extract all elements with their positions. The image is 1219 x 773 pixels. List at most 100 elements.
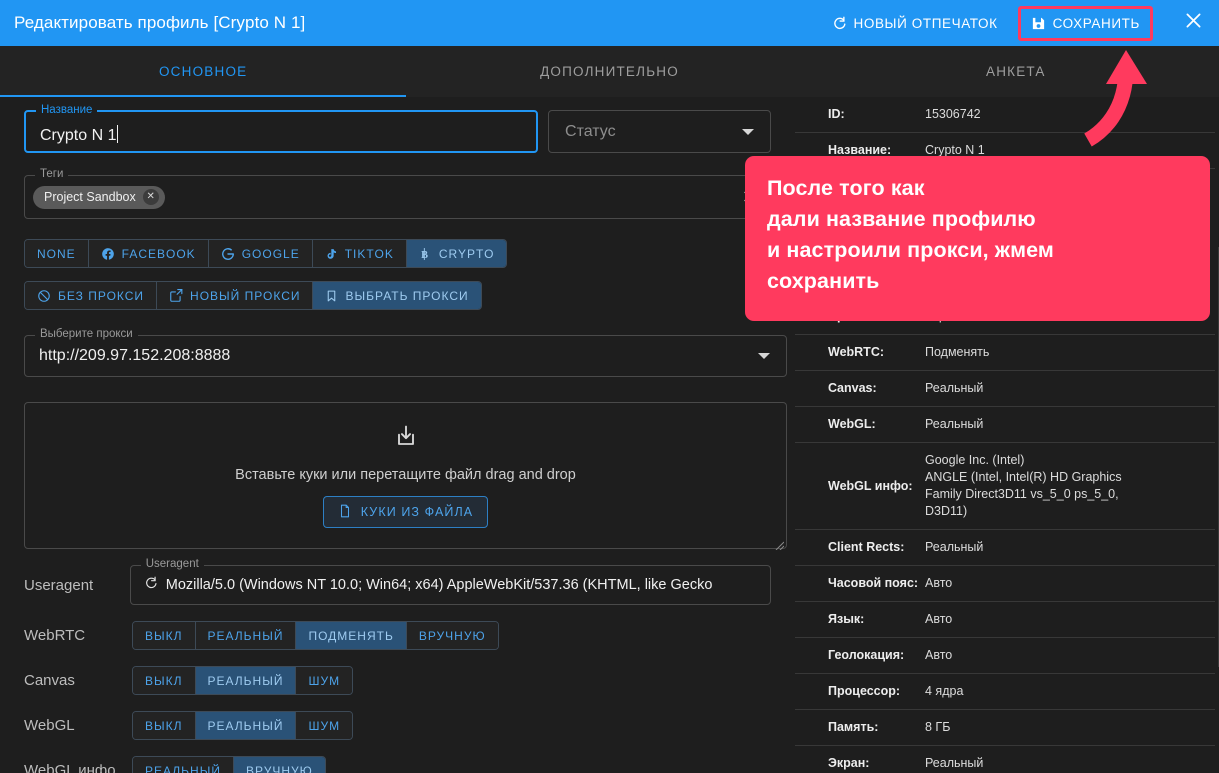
- proxy-select[interactable]: Выберите прокси http://209.97.152.208:88…: [24, 335, 787, 377]
- useragent-input[interactable]: Useragent Mozilla/5.0 (Windows NT 10.0; …: [130, 565, 771, 605]
- tags-input[interactable]: Теги Project Sandbox ✕ ✕: [24, 175, 771, 219]
- info-value: Авто: [925, 647, 952, 664]
- annotation-callout: После того как дали название профилю и н…: [745, 156, 1210, 321]
- info-row-memory: Память: 8 ГБ: [795, 710, 1219, 746]
- info-key: WebGL:: [828, 416, 925, 433]
- webrtc-option-off[interactable]: ВЫКЛ: [133, 622, 196, 649]
- platform-facebook-label: FACEBOOK: [122, 247, 196, 261]
- bookmark-icon: [325, 289, 338, 303]
- info-key: Язык:: [828, 611, 925, 628]
- info-value: 8 ГБ: [925, 719, 950, 736]
- refresh-icon[interactable]: [144, 576, 158, 594]
- webgl-option-noise[interactable]: ШУМ: [296, 712, 352, 739]
- profile-editor-window: Редактировать профиль [Crypto N 1] НОВЫЙ…: [0, 0, 1219, 773]
- tag-chip-label: Project Sandbox: [44, 190, 136, 204]
- name-status-row: Название Crypto N 1 Статус: [0, 110, 795, 153]
- canvas-option-off[interactable]: ВЫКЛ: [133, 667, 196, 694]
- info-row-cpu: Процессор: 4 ядра: [795, 674, 1219, 710]
- info-key: Экран:: [828, 755, 925, 772]
- webgl-option-real[interactable]: РЕАЛЬНЫЙ: [196, 712, 297, 739]
- tiktok-icon: [325, 247, 338, 261]
- info-row-webgl: WebGL: Реальный: [795, 407, 1219, 443]
- webgl-info-option-manual[interactable]: ВРУЧНУЮ: [234, 757, 325, 773]
- cookies-from-file-button[interactable]: КУКИ ИЗ ФАЙЛА: [323, 496, 489, 528]
- panel-scrollbar[interactable]: [1215, 97, 1219, 773]
- info-row-timezone: Часовой пояс: Авто: [795, 566, 1219, 602]
- cookies-from-file-label: КУКИ ИЗ ФАЙЛА: [361, 505, 474, 519]
- info-row-id: ID: 15306742: [795, 97, 1219, 133]
- proxy-mode-none[interactable]: БЕЗ ПРОКСИ: [25, 282, 157, 309]
- new-fingerprint-button[interactable]: НОВЫЙ ОТПЕЧАТОК: [822, 9, 1008, 38]
- save-button[interactable]: СОХРАНИТЬ: [1021, 9, 1150, 38]
- tab-additional[interactable]: ДОПОЛНИТЕЛЬНО: [406, 46, 812, 97]
- tab-bar: ОСНОВНОЕ ДОПОЛНИТЕЛЬНО АНКЕТА: [0, 46, 1219, 98]
- info-key: Canvas:: [828, 380, 925, 397]
- platform-google[interactable]: GOOGLE: [209, 240, 313, 267]
- proxy-mode-new[interactable]: НОВЫЙ ПРОКСИ: [157, 282, 313, 309]
- tags-legend: Теги: [35, 168, 68, 180]
- refresh-icon: [832, 16, 847, 31]
- file-icon: [338, 503, 352, 522]
- tab-main[interactable]: ОСНОВНОЕ: [0, 46, 406, 97]
- platform-facebook[interactable]: FACEBOOK: [89, 240, 209, 267]
- proxy-select-legend: Выберите прокси: [35, 328, 138, 340]
- platform-selector: NONE FACEBOOK GOOGLE TIKTOK: [24, 239, 507, 268]
- save-button-highlight: СОХРАНИТЬ: [1018, 6, 1153, 41]
- info-value: 4 ядра: [925, 683, 963, 700]
- proxy-mode-select[interactable]: ВЫБРАТЬ ПРОКСИ: [313, 282, 480, 309]
- platform-crypto[interactable]: B CRYPTO: [407, 240, 507, 267]
- download-box-icon: [392, 423, 420, 456]
- webrtc-row: WebRTC ВЫКЛ РЕАЛЬНЫЙ ПОДМЕНЯТЬ ВРУЧНУЮ: [0, 621, 795, 650]
- google-icon: [221, 247, 235, 261]
- profile-form: Название Crypto N 1 Статус Теги Project …: [0, 97, 795, 773]
- webgl-info-option-real[interactable]: РЕАЛЬНЫЙ: [133, 757, 234, 773]
- webgl-info-options: РЕАЛЬНЫЙ ВРУЧНУЮ: [132, 756, 326, 773]
- useragent-row-label: Useragent: [24, 577, 130, 594]
- info-key: ID:: [828, 106, 925, 123]
- edit-square-icon: [169, 289, 183, 303]
- resize-handle-icon[interactable]: [775, 537, 784, 546]
- proxy-mode-selector: БЕЗ ПРОКСИ НОВЫЙ ПРОКСИ ВЫБРАТЬ ПРОКСИ: [24, 281, 482, 310]
- info-key: Client Rects:: [828, 539, 925, 556]
- info-value: Реальный: [925, 380, 983, 397]
- proxy-mode-select-label: ВЫБРАТЬ ПРОКСИ: [345, 289, 468, 303]
- titlebar-actions: НОВЫЙ ОТПЕЧАТОК СОХРАНИТЬ: [822, 0, 1219, 46]
- platform-none[interactable]: NONE: [25, 240, 89, 267]
- canvas-option-real[interactable]: РЕАЛЬНЫЙ: [196, 667, 297, 694]
- profile-name-value: Crypto N 1: [40, 127, 116, 144]
- info-key: WebRTC:: [828, 344, 925, 361]
- webrtc-option-real[interactable]: РЕАЛЬНЫЙ: [196, 622, 297, 649]
- svg-text:B: B: [421, 249, 428, 260]
- profile-name-input[interactable]: Название Crypto N 1: [24, 110, 538, 153]
- info-row-webrtc: WebRTC: Подменять: [795, 335, 1219, 371]
- useragent-legend: Useragent: [141, 558, 204, 570]
- webgl-option-off[interactable]: ВЫКЛ: [133, 712, 196, 739]
- new-fingerprint-label: НОВЫЙ ОТПЕЧАТОК: [854, 16, 998, 31]
- tab-questionnaire[interactable]: АНКЕТА: [813, 46, 1219, 97]
- info-row-geolocation: Геолокация: Авто: [795, 638, 1219, 674]
- webgl-label: WebGL: [24, 717, 132, 734]
- info-value: Реальный: [925, 539, 983, 556]
- webrtc-option-spoof[interactable]: ПОДМЕНЯТЬ: [296, 622, 406, 649]
- info-row-screen: Экран: Реальный: [795, 746, 1219, 773]
- profile-name-value-wrap: Crypto N 1: [26, 112, 536, 158]
- canvas-options: ВЫКЛ РЕАЛЬНЫЙ ШУМ: [132, 666, 353, 695]
- info-row-client-rects: Client Rects: Реальный: [795, 530, 1219, 566]
- cookies-dropzone[interactable]: Вставьте куки или перетащите файл drag a…: [24, 402, 787, 549]
- webrtc-option-manual[interactable]: ВРУЧНУЮ: [407, 622, 498, 649]
- canvas-option-noise[interactable]: ШУМ: [296, 667, 352, 694]
- platform-tiktok-label: TIKTOK: [345, 247, 394, 261]
- chevron-down-icon: [758, 353, 770, 359]
- save-label: СОХРАНИТЬ: [1053, 16, 1140, 31]
- webgl-info-row: WebGL инфо РЕАЛЬНЫЙ ВРУЧНУЮ: [0, 756, 795, 773]
- platform-tiktok[interactable]: TIKTOK: [313, 240, 407, 267]
- status-select[interactable]: Статус: [548, 110, 771, 153]
- tag-chip[interactable]: Project Sandbox ✕: [33, 186, 165, 209]
- info-value: Авто: [925, 575, 952, 592]
- canvas-row: Canvas ВЫКЛ РЕАЛЬНЫЙ ШУМ: [0, 666, 795, 695]
- info-value: Реальный: [925, 755, 983, 772]
- tag-chip-remove-icon[interactable]: ✕: [143, 189, 159, 205]
- info-key: Память:: [828, 719, 925, 736]
- info-row-language: Язык: Авто: [795, 602, 1219, 638]
- close-button[interactable]: [1173, 0, 1213, 46]
